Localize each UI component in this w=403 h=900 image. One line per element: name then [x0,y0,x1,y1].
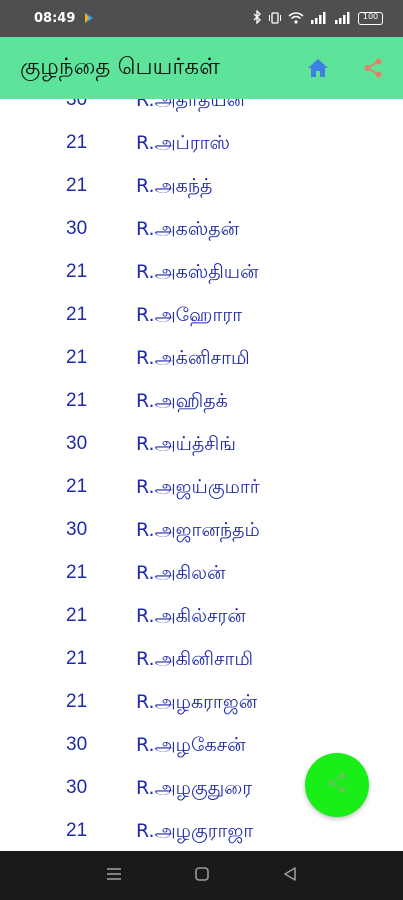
name-count: 30 [66,734,88,755]
page-title: குழந்தை பெயர்கள் [20,53,220,80]
battery-level: 100 [362,12,379,21]
status-time: 08:49 [34,11,76,26]
name-label: R.அகில்சரன் [136,605,246,627]
name-label: R.அகஸ்தியன் [136,261,259,283]
name-count: 21 [66,820,88,841]
name-label: R.அழகுதுரை [136,777,253,799]
navigation-bar [0,851,403,900]
list-item[interactable]: 21 R.அப்ராஸ் [0,123,403,166]
name-count: 21 [66,648,88,669]
name-count: 21 [66,691,88,712]
name-label: R.அகிலன் [136,562,226,584]
status-left: 08:49 [34,9,95,28]
bluetooth-icon [252,9,262,28]
name-label: R.அகந்த் [136,175,213,197]
name-label: R.அப்ராஸ் [136,132,230,154]
list-item[interactable]: 21 R.அகஸ்தியன் [0,252,403,295]
list-item[interactable]: 21 R.அகினிசாமி [0,639,403,682]
list-item[interactable]: 21 R.அஹோரா [0,295,403,338]
signal-icon-1 [310,9,328,28]
list-item[interactable]: 30 R.அதாதயன [0,99,403,123]
menu-icon[interactable] [106,866,122,885]
name-label: R.அழகேசன் [136,734,246,756]
battery-icon: 100 [358,12,383,25]
name-count: 21 [66,476,88,497]
name-count: 21 [66,132,88,153]
names-list-rows: 30 R.அதாதயன 21 R.அப்ராஸ் 21 R.அகந்த் 30 R.அகஸ்த… [0,99,403,851]
list-item[interactable]: 21 R.அழகராஜன் [0,682,403,725]
name-count: 21 [66,304,88,325]
name-label: R.அஜய்குமார் [136,476,260,498]
name-count: 30 [66,218,88,239]
status-right: 100 [252,9,383,28]
list-item[interactable]: 21 R.அஜய்குமார் [0,467,403,510]
name-count: 21 [66,175,88,196]
name-count: 30 [66,99,88,110]
name-label: R.அகினிசாமி [136,648,254,670]
app-bar: குழந்தை பெயர்கள் [0,37,403,99]
name-count: 21 [66,347,88,368]
list-item[interactable]: 21 R.அஹிதக் [0,381,403,424]
list-item[interactable]: 21 R.அகில்சரன் [0,596,403,639]
wifi-icon [288,9,304,28]
list-item[interactable]: 21 R.அகந்த் [0,166,403,209]
list-item[interactable]: 30 R.அய்த்சிங் [0,424,403,467]
names-list[interactable]: 30 R.அதாதயன 21 R.அப்ராஸ் 21 R.அகந்த் 30 R.அகஸ்த… [0,99,403,851]
name-label: R.அழகுராஜா [136,820,254,842]
list-item[interactable]: 21 R.அழகுராஜா [0,811,403,851]
signal-icon-2 [334,9,352,28]
name-label: R.அகஸ்தன் [136,218,240,240]
name-count: 30 [66,777,88,798]
name-label: R.அஜானந்தம் [136,519,260,541]
share-icon [325,771,349,799]
name-count: 21 [66,605,88,626]
name-count: 30 [66,519,88,540]
back-icon[interactable] [283,866,297,886]
name-count: 30 [66,433,88,454]
list-item[interactable]: 30 R.அகஸ்தன் [0,209,403,252]
list-item[interactable]: 21 R.அகிலன் [0,553,403,596]
share-icon[interactable] [360,55,386,81]
list-item[interactable]: 21 R.அக்னிசாமி [0,338,403,381]
name-label: R.அழகராஜன் [136,691,258,713]
name-label: R.அக்னிசாமி [136,347,250,369]
name-count: 21 [66,390,88,411]
name-label: R.அதாதயன [136,99,246,111]
status-bar: 08:49 100 [0,0,403,37]
share-fab-button[interactable] [305,753,369,817]
home-icon[interactable] [305,55,331,81]
name-label: R.அய்த்சிங் [136,433,236,455]
name-count: 21 [66,261,88,282]
list-item[interactable]: 30 R.அஜானந்தம் [0,510,403,553]
name-label: R.அஹோரா [136,304,243,326]
name-label: R.அஹிதக் [136,390,228,412]
vibrate-icon [268,9,282,28]
app-notification-icon [83,9,95,28]
name-count: 21 [66,562,88,583]
home-square-icon[interactable] [194,866,210,886]
